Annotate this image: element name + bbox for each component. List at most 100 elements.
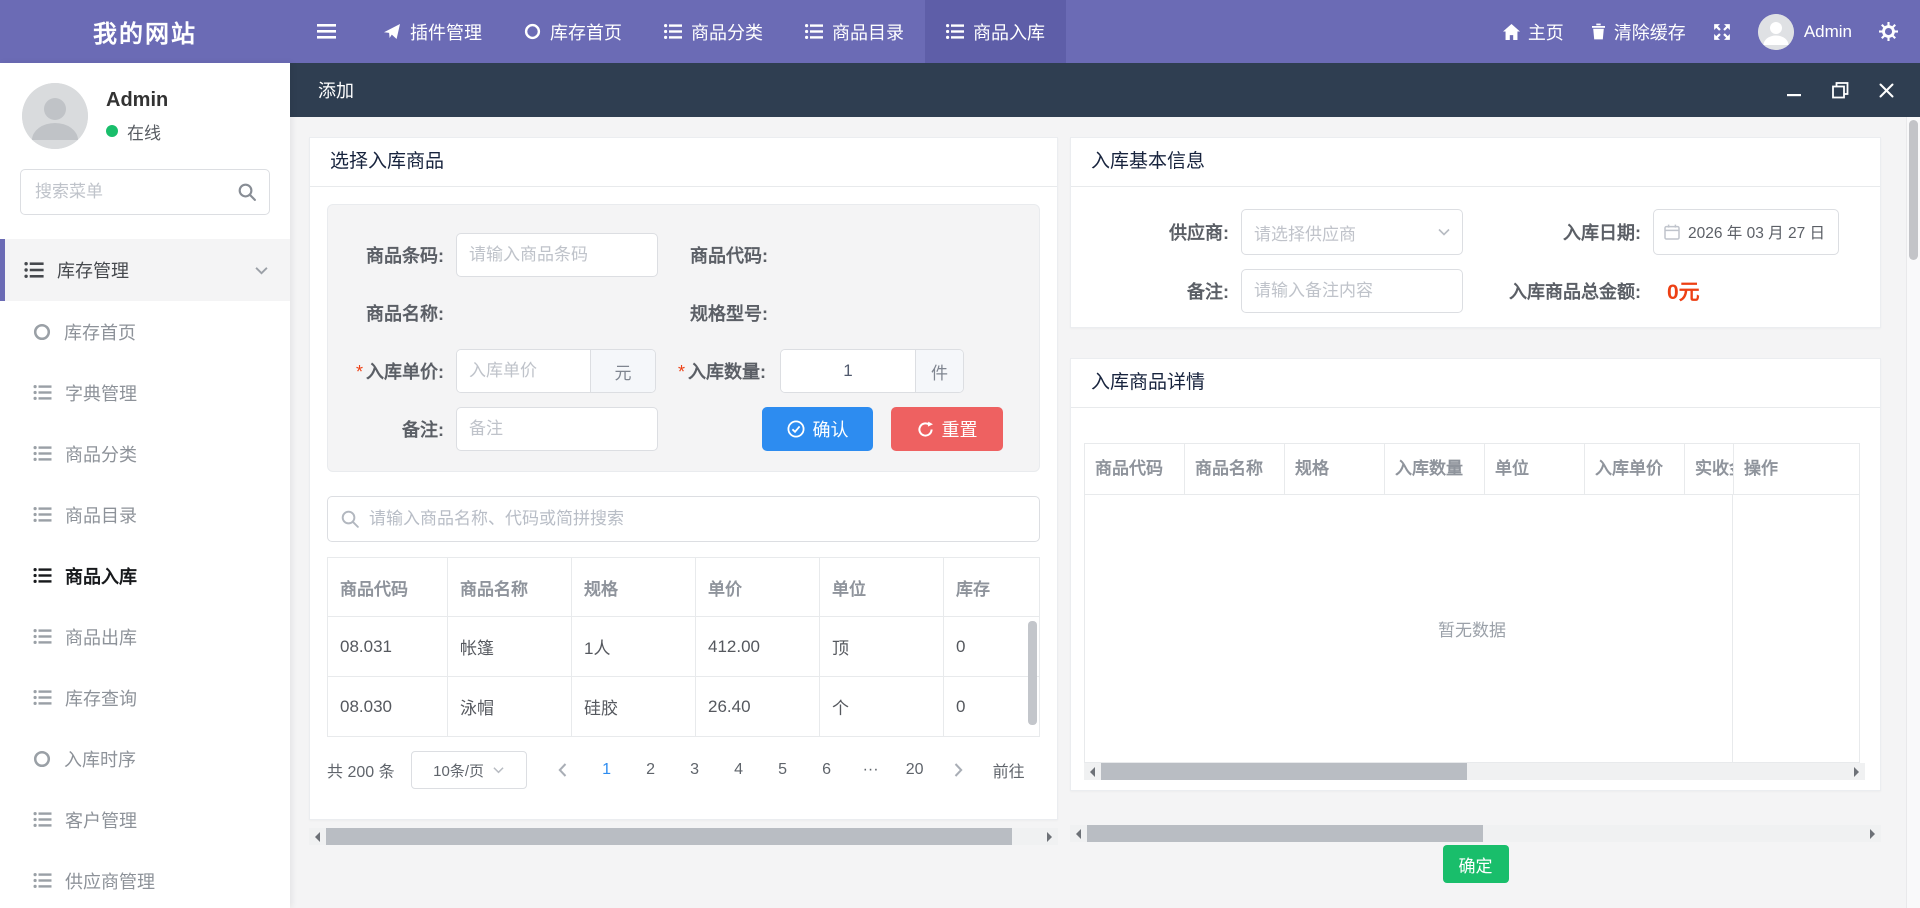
trash-icon (1591, 23, 1606, 40)
cell-price: 26.40 (696, 677, 820, 737)
prev-page-button[interactable] (541, 763, 585, 777)
sidebar-item-product-catalog[interactable]: 商品目录 (0, 484, 290, 545)
list-icon (33, 446, 52, 461)
page-number[interactable]: 4 (717, 761, 761, 779)
top-navbar: 我的网站 插件管理 库存首页 商品分类 商品目录 商品入库 (0, 0, 1920, 63)
confirm-button[interactable]: 确认 (762, 407, 873, 451)
total-amount-label: 入库商品总金额: (1463, 278, 1653, 304)
scroll-left-arrow-icon[interactable] (1084, 763, 1101, 780)
cell-stock: 0 (944, 617, 1040, 677)
list-icon (664, 24, 682, 39)
close-button[interactable] (1879, 83, 1894, 98)
reset-button[interactable]: 重置 (891, 407, 1003, 451)
col-header: 商品名称 (1185, 444, 1285, 494)
nav-item-product-inbound[interactable]: 商品入库 (925, 0, 1066, 63)
brand: 我的网站 (0, 0, 290, 63)
minimize-button[interactable] (1786, 82, 1802, 98)
cell-spec: 1人 (572, 617, 696, 677)
supplier-label: 供应商: (1091, 219, 1241, 245)
unit-price-label: *入库单价: (328, 358, 456, 384)
page-number[interactable]: 3 (673, 761, 717, 779)
scroll-right-arrow-icon[interactable] (1041, 828, 1058, 845)
page-number[interactable]: 6 (805, 761, 849, 779)
pagination: 共 200 条 10条/页 1 2 (327, 751, 1040, 789)
profile-block: Admin 在线 (0, 63, 290, 159)
sidebar-toggle-button[interactable] (290, 0, 362, 63)
remark-input[interactable] (456, 407, 658, 451)
settings-button[interactable] (1879, 22, 1898, 41)
scroll-right-arrow-icon[interactable] (1864, 825, 1881, 842)
sidebar-item-dictionary[interactable]: 字典管理 (0, 362, 290, 423)
scrollbar-thumb[interactable] (326, 828, 1012, 845)
home-link[interactable]: 主页 (1503, 19, 1564, 45)
online-dot-icon (106, 125, 118, 137)
restore-button[interactable] (1832, 82, 1849, 99)
sidebar-item-label: 商品分类 (65, 441, 137, 467)
unit-price-input[interactable] (457, 350, 590, 392)
sidebar-item-supplier-management[interactable]: 供应商管理 (0, 850, 290, 908)
scrollbar-thumb[interactable] (1101, 763, 1467, 780)
nav-item-product-category[interactable]: 商品分类 (643, 0, 784, 63)
home-icon (1503, 24, 1520, 40)
scroll-left-arrow-icon[interactable] (1070, 825, 1087, 842)
sidebar-item-inbound-timeline[interactable]: 入库时序 (0, 728, 290, 789)
scrollbar-thumb[interactable] (1087, 825, 1483, 842)
reset-label: 重置 (942, 416, 978, 442)
table-row[interactable]: 08.031 帐篷 1人 412.00 顶 0 (328, 617, 1040, 677)
sidebar-group-inventory[interactable]: 库存管理 (0, 239, 290, 301)
quantity-input[interactable] (781, 350, 915, 392)
detail-table-horizontal-scrollbar[interactable] (1084, 763, 1865, 780)
nav-item-plugins[interactable]: 插件管理 (362, 0, 503, 63)
page-size-select[interactable]: 10条/页 (411, 751, 527, 789)
col-header: 商品名称 (448, 558, 572, 617)
sidebar-item-customer-management[interactable]: 客户管理 (0, 789, 290, 850)
supplier-select[interactable]: 请选择供应商 (1241, 209, 1463, 255)
required-mark: * (356, 362, 363, 382)
nav-item-product-catalog[interactable]: 商品目录 (784, 0, 925, 63)
page-number[interactable]: 2 (629, 761, 673, 779)
page-ellipsis[interactable]: ··· (849, 761, 893, 779)
sidebar-item-label: 供应商管理 (65, 868, 155, 894)
nav-item-label: 商品入库 (973, 19, 1045, 45)
col-header-actions: 操作 (1733, 444, 1859, 495)
confirm-label: 确认 (813, 416, 849, 442)
menu-search-input[interactable] (20, 169, 270, 215)
list-icon (33, 385, 52, 400)
sidebar-item-product-inbound[interactable]: 商品入库 (0, 545, 290, 606)
next-page-button[interactable] (937, 763, 981, 777)
fullscreen-button[interactable] (1713, 23, 1731, 41)
inbound-date-value: 2026 年 03 月 27 日 (1688, 221, 1825, 243)
sidebar-item-product-outbound[interactable]: 商品出库 (0, 606, 290, 667)
scroll-left-arrow-icon[interactable] (309, 828, 326, 845)
clear-cache-link[interactable]: 清除缓存 (1591, 19, 1686, 45)
inbound-remark-input[interactable] (1241, 269, 1463, 313)
barcode-input[interactable] (456, 233, 658, 277)
price-unit-suffix: 元 (590, 350, 655, 392)
menu-search (20, 169, 270, 215)
page-number[interactable]: 5 (761, 761, 805, 779)
left-horizontal-scrollbar[interactable] (309, 828, 1058, 845)
product-code-label: 商品代码: (658, 242, 782, 268)
quantity-field: 件 (780, 349, 964, 393)
scrollbar-thumb[interactable] (1909, 120, 1918, 260)
inbound-date-picker[interactable]: 2026 年 03 月 27 日 (1653, 209, 1839, 255)
inbound-item-form: 商品条码: 商品代码: 商品名称: 规格型号: *入库单价: (327, 204, 1040, 472)
product-search-input[interactable] (369, 509, 1026, 529)
vertical-scrollbar[interactable] (1906, 117, 1920, 908)
sidebar-item-product-category[interactable]: 商品分类 (0, 423, 290, 484)
sidebar-item-inventory-query[interactable]: 库存查询 (0, 667, 290, 728)
scroll-right-arrow-icon[interactable] (1848, 763, 1865, 780)
window-controls (1786, 82, 1920, 99)
right-horizontal-scrollbar[interactable] (1070, 825, 1881, 842)
user-menu[interactable]: Admin (1758, 14, 1852, 50)
submit-button[interactable]: 确定 (1443, 845, 1509, 883)
product-name-label: 商品名称: (328, 300, 456, 326)
panel-title: 入库商品详情 (1071, 359, 1880, 408)
table-row[interactable]: 08.030 泳帽 硅胶 26.40 个 0 (328, 677, 1040, 737)
page-number[interactable]: 1 (585, 761, 629, 779)
page-number-last[interactable]: 20 (893, 761, 937, 779)
table-scrollbar-thumb[interactable] (1028, 621, 1037, 725)
sidebar-item-inventory-home[interactable]: 库存首页 (0, 301, 290, 362)
nav-item-inventory-home[interactable]: 库存首页 (503, 0, 643, 63)
tab-add[interactable]: 添加 (318, 77, 354, 103)
